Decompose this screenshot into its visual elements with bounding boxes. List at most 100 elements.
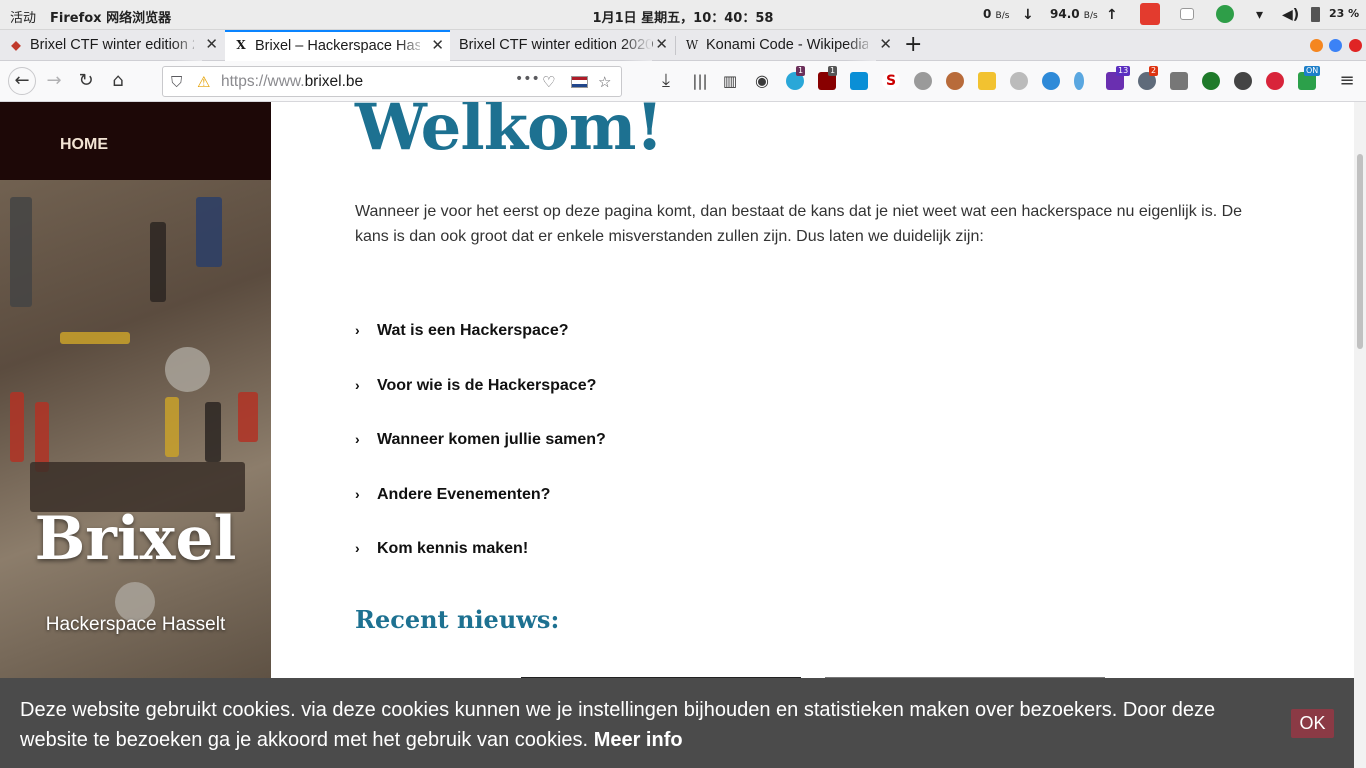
chevron-right-icon: › (355, 431, 360, 447)
extension-icon-puzzle[interactable] (914, 72, 932, 90)
extension-icon-green[interactable] (1202, 72, 1220, 90)
recent-news-heading: Recent nieuws: (355, 605, 560, 634)
tool-screwdriver (196, 197, 222, 267)
wifi-icon[interactable]: ▾ (1256, 7, 1263, 23)
chevron-right-icon: › (355, 486, 360, 502)
net-down-speed: 0 B/s (983, 7, 1010, 21)
maximize-window-button[interactable] (1329, 39, 1342, 52)
url-bar[interactable]: ⛉ ⚠ https://www.brixel.be ••• ♡ ☆ (162, 66, 622, 97)
web-page: HOME Brixel Hackerspace Hasselt Welkom! … (0, 102, 1354, 768)
nav-home-link[interactable]: HOME (60, 136, 108, 154)
tool-tape (165, 347, 210, 392)
library-icon[interactable]: ||| (688, 69, 712, 93)
cookie-message: Deze website gebruikt cookies. via deze … (20, 699, 1216, 751)
accordion-item-2[interactable]: › Voor wie is de Hackerspace? (355, 377, 596, 395)
forward-icon[interactable]: → (42, 69, 66, 93)
accordion-item-3[interactable]: › Wanneer komen jullie samen? (355, 431, 606, 449)
close-tab-icon[interactable]: ✕ (205, 30, 218, 60)
extension-icon-s[interactable]: S (882, 72, 900, 90)
battery-percent: 23 % (1329, 7, 1360, 20)
extension-badge-13: 13 (1116, 66, 1131, 76)
ctf-favicon-icon: ◆ (11, 38, 21, 52)
close-tab-icon[interactable]: ✕ (879, 30, 892, 60)
chevron-right-icon: › (355, 322, 360, 338)
extension-icon-note[interactable] (978, 72, 996, 90)
back-icon[interactable]: ← (8, 67, 36, 95)
input-method-icon[interactable] (1180, 8, 1194, 20)
battery-icon[interactable] (1311, 7, 1320, 22)
site-sidebar: HOME Brixel Hackerspace Hasselt (0, 102, 271, 768)
site-title[interactable]: Brixel (0, 504, 271, 574)
extension-icon-box[interactable] (1170, 72, 1188, 90)
wechat-icon[interactable] (1216, 5, 1234, 23)
extension-badge-on: ON (1304, 66, 1321, 76)
minimize-window-button[interactable] (1310, 39, 1323, 52)
netease-music-icon[interactable] (1140, 3, 1160, 25)
tool-saw (10, 197, 32, 307)
system-top-bar: 活动 Firefox 网络浏览器 1月1日 星期五，10：40：58 0 B/s… (0, 0, 1366, 30)
scrollbar-thumb[interactable] (1357, 154, 1363, 349)
downloads-icon[interactable]: ⤓ (654, 69, 678, 93)
extension-icon-key[interactable] (1074, 72, 1084, 90)
sidebar-toggle-icon[interactable]: ▥ (718, 69, 742, 93)
page-heading: Welkom! (355, 102, 664, 165)
intro-paragraph: Wanneer je voor het eerst op deze pagina… (355, 203, 1243, 245)
reload-icon[interactable]: ↻ (74, 69, 98, 93)
site-subtitle: Hackerspace Hasselt (45, 614, 226, 635)
cookie-ok-button[interactable]: OK (1291, 709, 1334, 738)
volume-icon[interactable]: ◀) (1282, 7, 1299, 23)
tab-konami-code[interactable]: W Konami Code - Wikipedia ✕ (676, 30, 898, 61)
accordion-item-1[interactable]: › Wat is een Hackerspace? (355, 322, 569, 340)
extension-icon-bug[interactable] (1042, 72, 1060, 90)
close-window-button[interactable] (1349, 39, 1362, 52)
tracking-shield-icon[interactable]: ⛉ (171, 73, 182, 91)
accordion-item-5[interactable]: › Kom kennis maken! (355, 540, 528, 558)
new-tab-icon[interactable]: + (904, 32, 922, 57)
extension-icon-circle[interactable] (1010, 72, 1028, 90)
download-arrow-icon: ↓ (1022, 7, 1034, 23)
pocket-icon[interactable]: ♡ (542, 73, 555, 91)
close-tab-icon[interactable]: ✕ (431, 32, 444, 60)
netherlands-flag-icon[interactable] (571, 76, 588, 88)
wikipedia-favicon-icon: W (685, 38, 699, 52)
insecure-lock-icon[interactable]: ⚠ (197, 73, 210, 91)
page-scrollbar[interactable] (1354, 102, 1366, 768)
cookie-banner: Deze website gebruikt cookies. via deze … (0, 678, 1354, 768)
home-icon[interactable]: ⌂ (106, 69, 130, 93)
extension-icon-skype[interactable] (850, 72, 868, 90)
tab-brixel-ctf-2[interactable]: Brixel CTF winter edition 2020 ✕ (451, 30, 674, 61)
page-actions-menu-icon[interactable]: ••• (515, 71, 540, 87)
tab-brixel-ctf-1[interactable]: ◆ Brixel CTF winter edition 2020 ✕ (0, 30, 224, 61)
extension-icon-dots[interactable] (1234, 72, 1252, 90)
extension-icon-red[interactable] (1266, 72, 1284, 90)
tool-level (60, 332, 130, 344)
sidebar-nav-strip: HOME (0, 102, 271, 180)
tool-putty-knife (205, 402, 221, 462)
brixel-favicon-icon: X (236, 38, 246, 52)
ublock-badge: 1 (828, 66, 838, 76)
activities-button[interactable]: 活动 (10, 7, 36, 26)
bookmark-star-icon[interactable]: ☆ (598, 73, 611, 91)
more-info-link[interactable]: Meer info (594, 729, 683, 751)
app-menu[interactable]: Firefox 网络浏览器 (50, 7, 171, 26)
tool-clamp (150, 222, 166, 302)
extension-badge-1: 1 (796, 66, 806, 76)
navigation-toolbar: ← → ↻ ⌂ ⛉ ⚠ https://www.brixel.be ••• ♡ … (0, 61, 1366, 102)
cookie-extension-icon[interactable] (946, 72, 964, 90)
clock[interactable]: 1月1日 星期五，10：40：58 (593, 11, 774, 26)
upload-arrow-icon: ↑ (1106, 7, 1118, 23)
net-up-speed: 94.0 B/s (1050, 7, 1098, 21)
tab-strip: ◆ Brixel CTF winter edition 2020 ✕ X Bri… (0, 30, 1366, 61)
accordion-item-4[interactable]: › Andere Evenementen? (355, 486, 550, 504)
tool-stripper (165, 397, 179, 457)
tool-pliers (10, 392, 24, 462)
hamburger-menu-icon[interactable]: ≡ (1335, 69, 1359, 93)
chevron-right-icon: › (355, 377, 360, 393)
account-icon[interactable]: ◉ (750, 69, 774, 93)
extension-badge-2: 2 (1149, 66, 1159, 76)
url-text[interactable]: https://www.brixel.be (221, 73, 363, 91)
tool-scissors (238, 392, 258, 442)
close-tab-icon[interactable]: ✕ (655, 30, 668, 60)
chevron-right-icon: › (355, 540, 360, 556)
tab-brixel-hackerspace[interactable]: X Brixel – Hackerspace Hasselt ✕ (225, 30, 450, 61)
